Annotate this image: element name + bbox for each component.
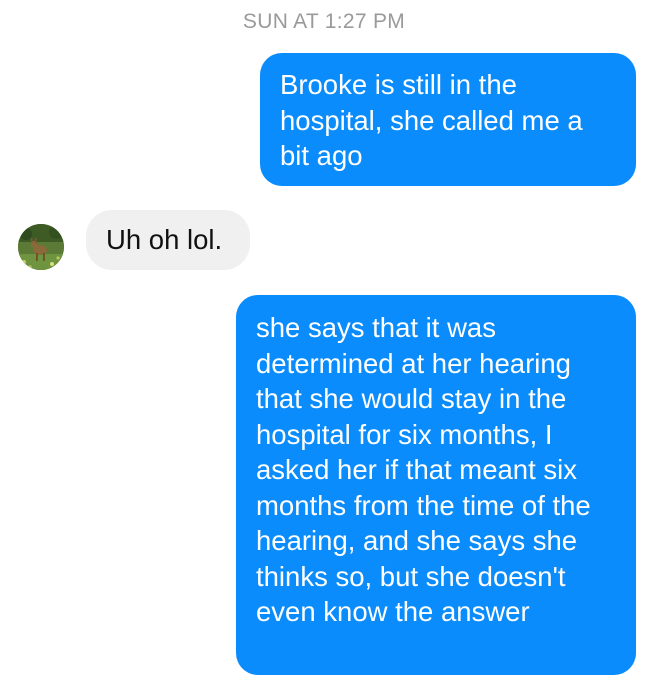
incoming-message-bubble[interactable]: Uh oh lol. — [86, 210, 250, 270]
deer-in-grass-avatar-icon — [18, 224, 64, 270]
timestamp-divider: SUN AT 1:27 PM — [242, 10, 406, 33]
outgoing-message-bubble[interactable]: Brooke is still in the hospital, she cal… — [260, 53, 636, 186]
contact-avatar[interactable] — [18, 224, 64, 270]
outgoing-message-bubble[interactable]: she says that it was determined at her h… — [236, 295, 636, 675]
